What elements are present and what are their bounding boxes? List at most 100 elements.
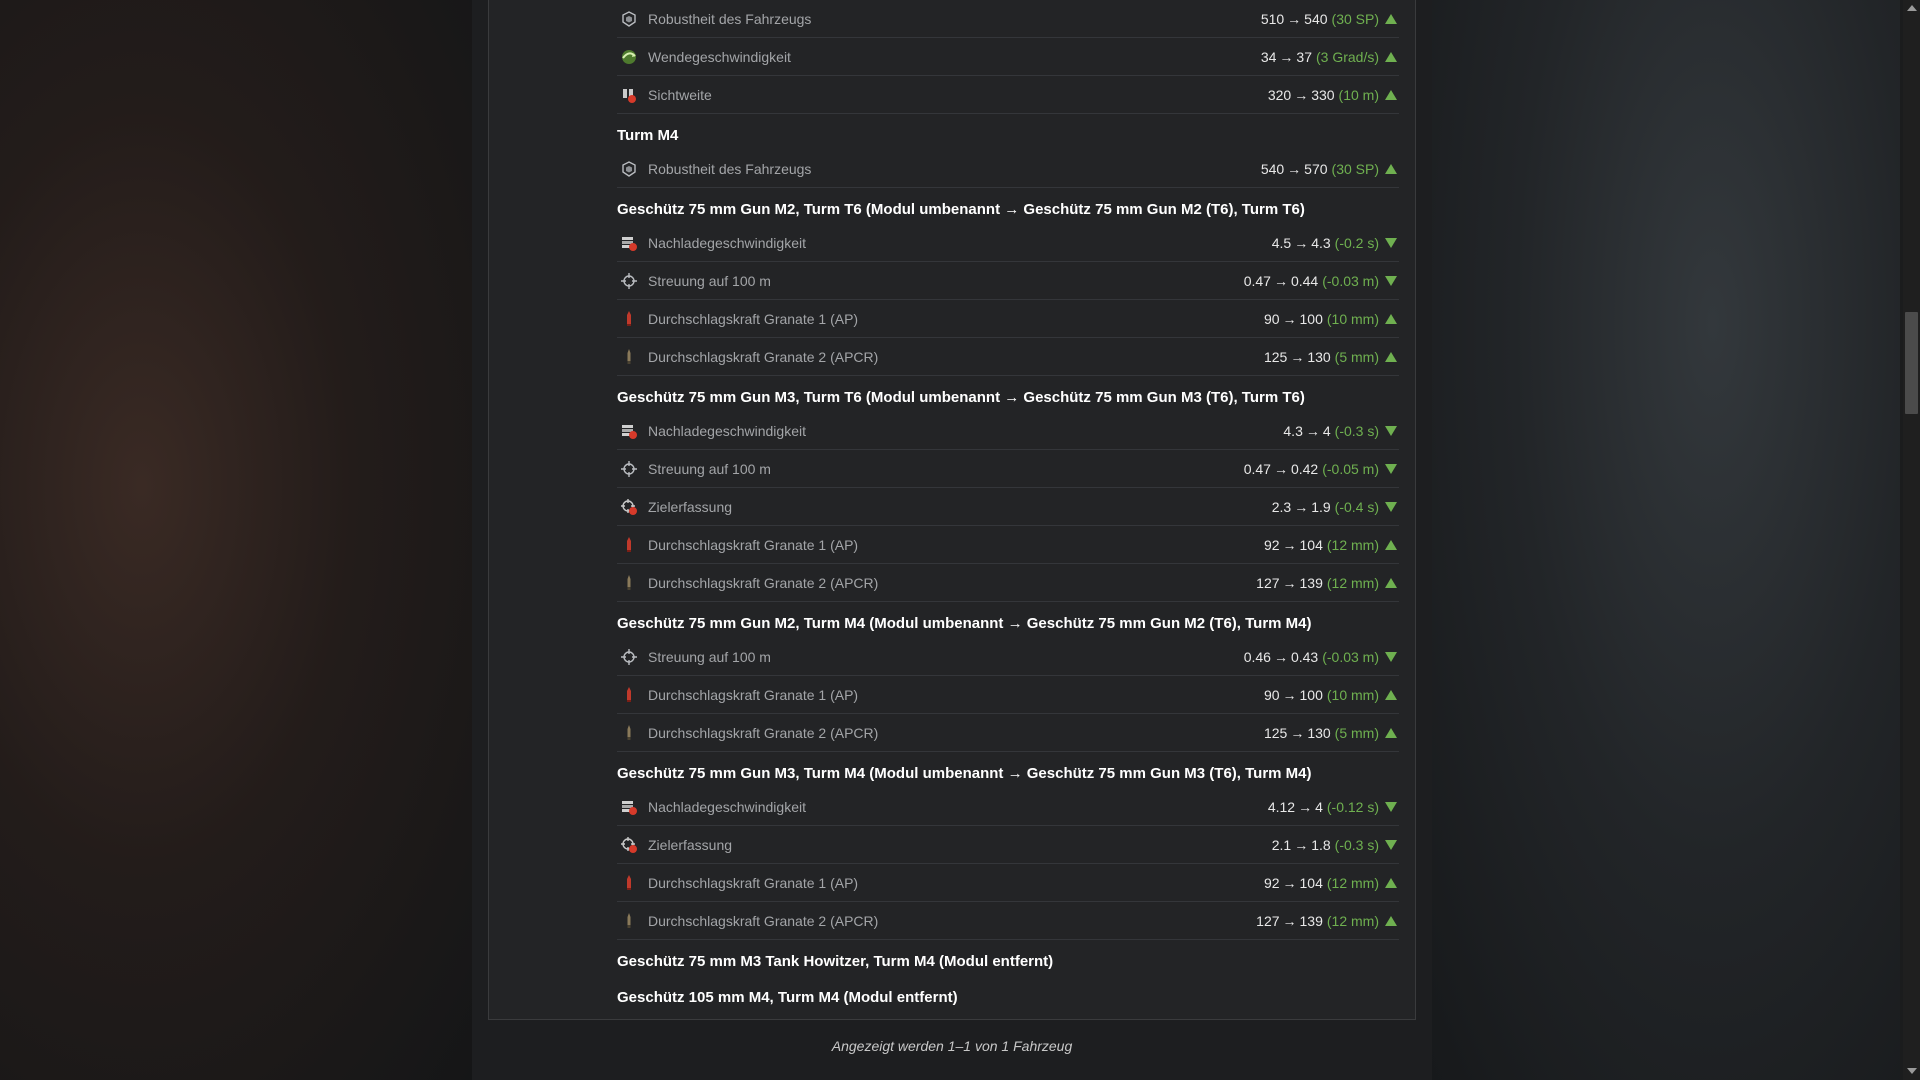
scrollbar-thumb[interactable] — [1905, 312, 1918, 414]
value-old: 0.47 — [1243, 272, 1271, 289]
stat-value: 125 → 130 (5 mm) — [1264, 725, 1399, 741]
stat-label: Zielerfassung — [648, 836, 733, 853]
dispersion-icon — [619, 271, 639, 291]
stat-row: Streuung auf 100 m 0.46 → 0.43 (-0.03 m) — [617, 638, 1399, 676]
stat-row: Durchschlagskraft Granate 1 (AP) 90 → 100 (1… — [617, 300, 1399, 338]
triangle-down-icon — [1385, 801, 1397, 812]
triangle-up-icon — [1385, 539, 1397, 550]
view-range-icon — [619, 85, 639, 105]
value-old: 4.3 — [1283, 422, 1303, 439]
triangle-down-icon — [1385, 501, 1397, 512]
scroll-down-icon[interactable] — [1907, 1068, 1917, 1074]
value-delta: (5 mm) — [1334, 724, 1379, 741]
dispersion-icon — [619, 647, 639, 667]
stat-value: 510 → 540 (30 SP) — [1261, 11, 1399, 27]
reload-icon — [619, 421, 639, 441]
value-new: 540 — [1304, 10, 1328, 27]
stat-value: 540 → 570 (30 SP) — [1261, 161, 1399, 177]
background-left — [0, 0, 472, 1080]
page-scrollbar[interactable] — [1903, 0, 1920, 1080]
triangle-up-icon — [1385, 13, 1397, 24]
stat-row: Durchschlagskraft Granate 1 (AP) 92 → 104 (1… — [617, 526, 1399, 564]
stat-label: Durchschlagskraft Granate 1 (AP) — [648, 686, 859, 703]
ap-shell-icon — [619, 685, 639, 705]
stat-value: 92 → 104 (12 mm) — [1264, 537, 1399, 553]
triangle-down-icon — [1385, 425, 1397, 436]
value-new: 130 — [1307, 724, 1331, 741]
triangle-down-icon — [1385, 839, 1397, 850]
stat-label: Durchschlagskraft Granate 1 (AP) — [648, 874, 859, 891]
stat-label: Nachladegeschwindigkeit — [648, 798, 806, 815]
triangle-up-icon — [1385, 577, 1397, 588]
aim-time-icon — [619, 497, 639, 517]
value-delta: (10 mm) — [1326, 310, 1379, 327]
reload-icon — [619, 797, 639, 817]
change-arrow: → — [1305, 422, 1320, 439]
change-arrow: → — [1282, 536, 1297, 553]
value-delta: (-0.3 s) — [1334, 422, 1379, 439]
stat-label: Durchschlagskraft Granate 2 (APCR) — [648, 912, 879, 929]
stat-value: 90 → 100 (10 mm) — [1264, 311, 1399, 327]
change-arrow: → — [1282, 912, 1297, 929]
stat-row: Streuung auf 100 m 0.47 → 0.44 (-0.03 m) — [617, 262, 1399, 300]
value-new: 104 — [1299, 874, 1323, 891]
stat-label: Durchschlagskraft Granate 1 (AP) — [648, 310, 859, 327]
value-new: 4 — [1315, 798, 1323, 815]
stat-row: Durchschlagskraft Granate 2 (APCR) 127 → 13… — [617, 564, 1399, 602]
value-old: 320 — [1267, 86, 1292, 103]
stat-label: Nachladegeschwindigkeit — [648, 234, 806, 251]
stat-row: Durchschlagskraft Granate 2 (APCR) 125 → 13… — [617, 338, 1399, 376]
apcr-shell-icon — [619, 347, 639, 367]
armor-icon — [619, 9, 639, 29]
value-old: 127 — [1256, 574, 1280, 591]
value-delta: (12 mm) — [1326, 536, 1379, 553]
value-delta: (-0.3 s) — [1334, 836, 1379, 853]
triangle-up-icon — [1385, 727, 1397, 738]
stat-row: Durchschlagskraft Granate 2 (APCR) 125 → 13… — [617, 714, 1399, 752]
stat-label: Nachladegeschwindigkeit — [648, 422, 806, 439]
triangle-up-icon — [1385, 51, 1397, 62]
change-arrow: → — [1282, 574, 1297, 591]
value-old: 125 — [1263, 724, 1288, 741]
value-new: 570 — [1304, 160, 1328, 177]
stat-label: Durchschlagskraft Granate 2 (APCR) — [648, 574, 879, 591]
value-new: 104 — [1299, 536, 1323, 553]
value-new: 139 — [1299, 574, 1323, 591]
stat-row: Nachladegeschwindigkeit 4.5 → 4.3 (-0.2 s) — [617, 224, 1399, 262]
value-delta: (10 m) — [1338, 86, 1379, 103]
stat-value: 0.47 → 0.44 (-0.03 m) — [1244, 273, 1399, 289]
value-delta: (-0.12 s) — [1326, 798, 1379, 815]
value-old: 90 — [1263, 310, 1280, 327]
triangle-up-icon — [1385, 163, 1397, 174]
value-delta: (-0.03 m) — [1322, 648, 1379, 665]
value-new: 0.44 — [1290, 272, 1319, 289]
stat-label: Sichtweite — [648, 86, 712, 103]
triangle-up-icon — [1385, 313, 1397, 324]
stat-row: Robustheit des Fahrzeugs 540 → 570 (30 SP) — [617, 150, 1399, 188]
triangle-up-icon — [1385, 351, 1397, 362]
stat-value: 4.5 → 4.3 (-0.2 s) — [1272, 235, 1399, 251]
stat-value: 2.1 → 1.8 (-0.3 s) — [1272, 837, 1399, 853]
change-arrow: → — [1294, 234, 1309, 251]
stat-row: Sichtweite 320 → 330 (10 m) — [617, 76, 1399, 114]
scroll-up-icon[interactable] — [1907, 5, 1917, 11]
value-new: 330 — [1311, 86, 1335, 103]
stat-value: 4.12 → 4 (-0.12 s) — [1268, 799, 1399, 815]
change-arrow: → — [1273, 460, 1288, 477]
change-arrow: → — [1273, 648, 1288, 665]
change-arrow: → — [1294, 498, 1309, 515]
stat-value: 0.46 → 0.43 (-0.03 m) — [1244, 649, 1399, 665]
stat-value: 320 → 330 (10 m) — [1268, 87, 1399, 103]
change-arrow: → — [1290, 724, 1305, 741]
value-delta: (-0.03 m) — [1322, 272, 1379, 289]
value-old: 4.12 — [1267, 798, 1296, 815]
stat-label: Streuung auf 100 m — [648, 648, 771, 665]
value-old: 2.1 — [1271, 836, 1292, 853]
value-new: 139 — [1299, 912, 1323, 929]
value-old: 34 — [1260, 48, 1277, 65]
value-new: 0.43 — [1290, 648, 1319, 665]
group-title: Geschütz 75 mm Gun M2, Turm M4 (Modul um… — [617, 614, 1312, 632]
stat-value: 90 → 100 (10 mm) — [1264, 687, 1399, 703]
change-arrow: → — [1282, 874, 1297, 891]
value-new: 1.8 — [1311, 836, 1331, 853]
